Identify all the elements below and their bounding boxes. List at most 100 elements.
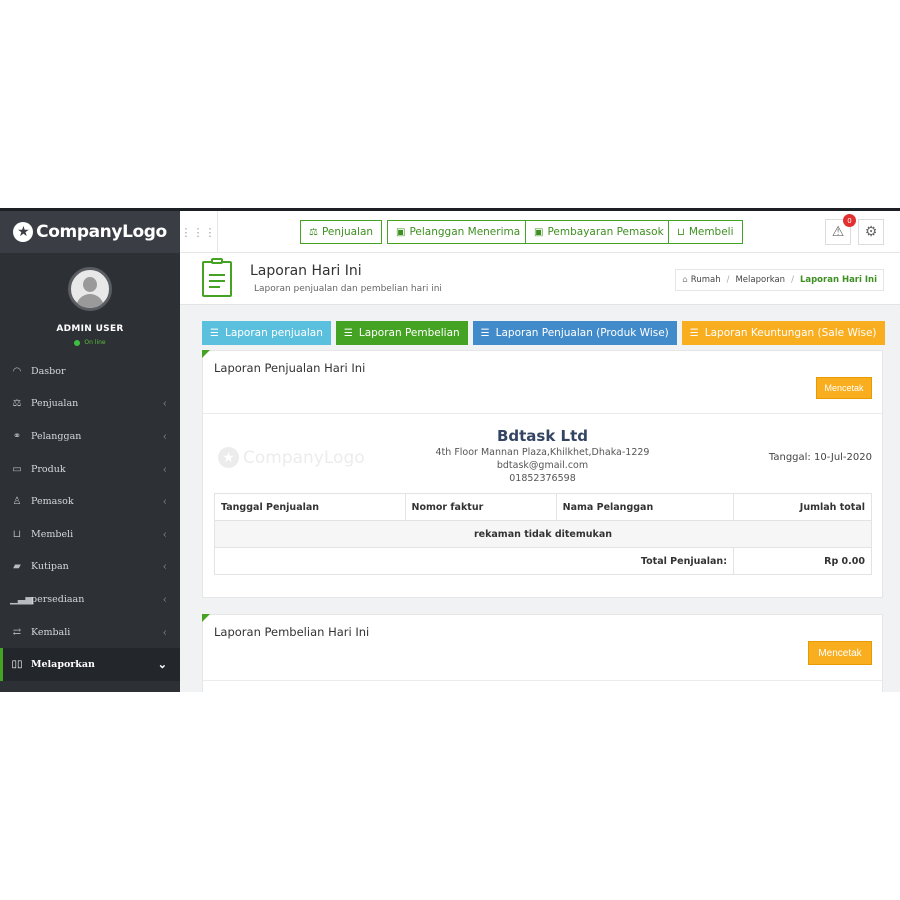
panel-title: Laporan Pembelian Hari Ini — [214, 625, 370, 639]
list-icon: ☰ — [480, 327, 490, 339]
sidebar-menu: ◠ Dasbor ⚖ Penjualan ‹ ⚭ Pelanggan ‹ ▭ Produk ‹… — [0, 355, 180, 681]
sidebar-item-pelanggan[interactable]: ⚭ Pelanggan ‹ — [0, 420, 180, 453]
sidebar-item-melaporkan[interactable]: ▯▯ Melaporkan ⌄ — [0, 648, 180, 681]
sidebar: ★ CompanyLogo ADMIN USER On line ◠ Dasbor… — [0, 211, 180, 692]
apps-grid-icon[interactable]: ⋮⋮⋮ — [180, 211, 218, 253]
gear-icon: ⚙ — [864, 224, 878, 240]
list-icon: ☰ — [343, 327, 353, 339]
notification-badge: 0 — [843, 214, 856, 227]
chevron-left-icon: ‹ — [162, 527, 167, 541]
handshake-icon: ⚭ — [12, 430, 22, 442]
quick-link-pelanggan-menerima[interactable]: ▣ Pelanggan Menerima — [387, 220, 530, 244]
quick-link-pembayaran-pemasok[interactable]: ▣ Pembayaran Pemasok — [525, 220, 673, 244]
sidebar-item-membeli[interactable]: ⊔ Membeli ‹ — [0, 518, 180, 551]
sidebar-item-label: Membeli — [31, 528, 74, 540]
print-button[interactable]: Mencetak — [808, 641, 872, 665]
sidebar-item-dasbor[interactable]: ◠ Dasbor — [0, 355, 180, 388]
brand-name: CompanyLogo — [36, 222, 167, 242]
chevron-left-icon: ‹ — [162, 625, 167, 639]
sales-report-panel: Laporan Penjualan Hari Ini Mencetak ★ Co… — [202, 350, 883, 598]
dashboard-icon: ◠ — [12, 365, 22, 377]
quick-link-label: Pelanggan Menerima — [409, 226, 521, 238]
sidebar-item-pemasok[interactable]: ♙ Pemasok ‹ — [0, 485, 180, 518]
col-header: Jumlah total — [733, 493, 872, 521]
money-icon: ▣ — [534, 226, 544, 238]
tab-laporan-produk-wise[interactable]: ☰ Laporan Penjualan (Produk Wise) — [472, 321, 677, 345]
bar-chart-icon: ▁▃▅ — [10, 593, 34, 605]
breadcrumb: ⌂ Rumah / Melaporkan / Laporan Hari Ini — [675, 269, 884, 291]
tab-label: Laporan Keuntungan (Sale Wise) — [704, 327, 877, 339]
chevron-left-icon: ‹ — [162, 560, 167, 574]
table-total-row: Total Penjualan: Rp 0.00 — [214, 547, 872, 575]
quick-link-membeli[interactable]: ⊔ Membeli — [668, 220, 743, 244]
sidebar-item-persediaan[interactable]: ▁▃▅ persediaan ‹ — [0, 583, 180, 616]
sidebar-item-label: Penjualan — [31, 398, 79, 410]
sidebar-item-label: Pelanggan — [31, 430, 82, 442]
breadcrumb-current: Laporan Hari Ini — [799, 275, 877, 285]
online-dot-icon — [74, 339, 81, 346]
breadcrumb-home[interactable]: Rumah — [691, 275, 721, 285]
chevron-left-icon: ‹ — [162, 429, 167, 443]
sidebar-item-label: Produk — [31, 463, 66, 475]
total-value: Rp 0.00 — [733, 547, 872, 575]
brand-logo[interactable]: ★ CompanyLogo — [0, 211, 180, 253]
sidebar-item-label: Melaporkan — [31, 659, 95, 671]
scale-icon: ⚖ — [309, 226, 318, 238]
col-header: Tanggal Penjualan — [214, 493, 406, 521]
company-phone: 01852376598 — [509, 473, 576, 484]
sidebar-item-penjualan[interactable]: ⚖ Penjualan ‹ — [0, 388, 180, 421]
tab-label: Laporan penjualan — [224, 327, 323, 339]
breadcrumb-melaporkan[interactable]: Melaporkan — [735, 275, 785, 285]
empty-message: rekaman tidak ditemukan — [214, 520, 872, 548]
page-header: Laporan Hari Ini Laporan penjualan dan p… — [180, 253, 900, 305]
main-content: Laporan Hari Ini Laporan penjualan dan p… — [180, 253, 900, 692]
topbar: ⋮⋮⋮ ⚖ Penjualan ▣ Pelanggan Menerima ▣ Pemb… — [180, 211, 900, 253]
scale-icon: ⚖ — [12, 398, 22, 410]
quick-link-penjualan[interactable]: ⚖ Penjualan — [300, 220, 383, 244]
sidebar-item-produk[interactable]: ▭ Produk ‹ — [0, 453, 180, 486]
chevron-left-icon: ‹ — [162, 495, 167, 509]
warning-icon: ⚠ — [831, 224, 845, 240]
report-tabs: ☰ Laporan penjualan ☰ Laporan Pembelian ☰ L… — [202, 321, 885, 345]
report-date: Tanggal: 10-Jul-2020 — [768, 452, 872, 463]
list-icon: ☰ — [689, 327, 699, 339]
sidebar-item-label: persediaan — [31, 593, 85, 605]
panel-title: Laporan Penjualan Hari Ini — [214, 361, 366, 375]
quick-link-label: Membeli — [688, 226, 734, 238]
tab-label: Laporan Penjualan (Produk Wise) — [495, 327, 669, 339]
quick-link-label: Penjualan — [321, 226, 374, 238]
print-button[interactable]: Mencetak — [816, 377, 872, 399]
purchase-report-panel: Laporan Pembelian Hari Ini Mencetak — [202, 614, 883, 692]
tab-laporan-pembelian[interactable]: ☰ Laporan Pembelian — [335, 321, 468, 345]
total-label: Total Penjualan: — [214, 547, 734, 575]
page-title: Laporan Hari Ini — [250, 263, 362, 279]
app-window: ★ CompanyLogo ADMIN USER On line ◠ Dasbor… — [0, 208, 900, 692]
cart-icon: ⊔ — [677, 226, 685, 238]
chevron-down-icon: ⌄ — [157, 658, 167, 672]
sidebar-item-kutipan[interactable]: ▰ Kutipan ‹ — [0, 551, 180, 584]
tab-laporan-keuntungan[interactable]: ☰ Laporan Keuntungan (Sale Wise) — [681, 321, 885, 345]
avatar — [68, 267, 112, 311]
company-name: Bdtask Ltd — [496, 427, 589, 445]
chevron-left-icon: ‹ — [162, 462, 167, 476]
book-icon: ▰ — [13, 561, 21, 573]
settings-button[interactable]: ⚙ — [858, 219, 884, 245]
book-open-icon: ▯▯ — [11, 659, 23, 671]
user-name: ADMIN USER — [56, 324, 124, 334]
col-header: Nomor faktur — [404, 493, 557, 521]
page-subtitle: Laporan penjualan dan pembelian hari ini — [254, 284, 442, 294]
list-icon: ☰ — [210, 327, 219, 339]
notification-button[interactable]: ⚠ 0 — [825, 214, 856, 245]
quick-link-label: Pembayaran Pemasok — [547, 226, 664, 238]
user-status: On line — [74, 339, 106, 346]
sidebar-item-label: Kutipan — [31, 561, 69, 573]
tab-label: Laporan Pembelian — [358, 327, 460, 339]
sidebar-item-kembali[interactable]: ⇄ Kembali ‹ — [0, 616, 180, 649]
home-icon: ⌂ — [682, 275, 688, 285]
sidebar-item-label: Kembali — [31, 626, 71, 638]
table-row: rekaman tidak ditemukan — [214, 520, 872, 548]
user-panel: ADMIN USER On line — [0, 253, 180, 355]
sales-table: Tanggal Penjualan Nomor faktur Nama Pela… — [214, 493, 872, 575]
tab-laporan-penjualan[interactable]: ☰ Laporan penjualan — [202, 321, 331, 345]
col-header: Nama Pelanggan — [555, 493, 735, 521]
